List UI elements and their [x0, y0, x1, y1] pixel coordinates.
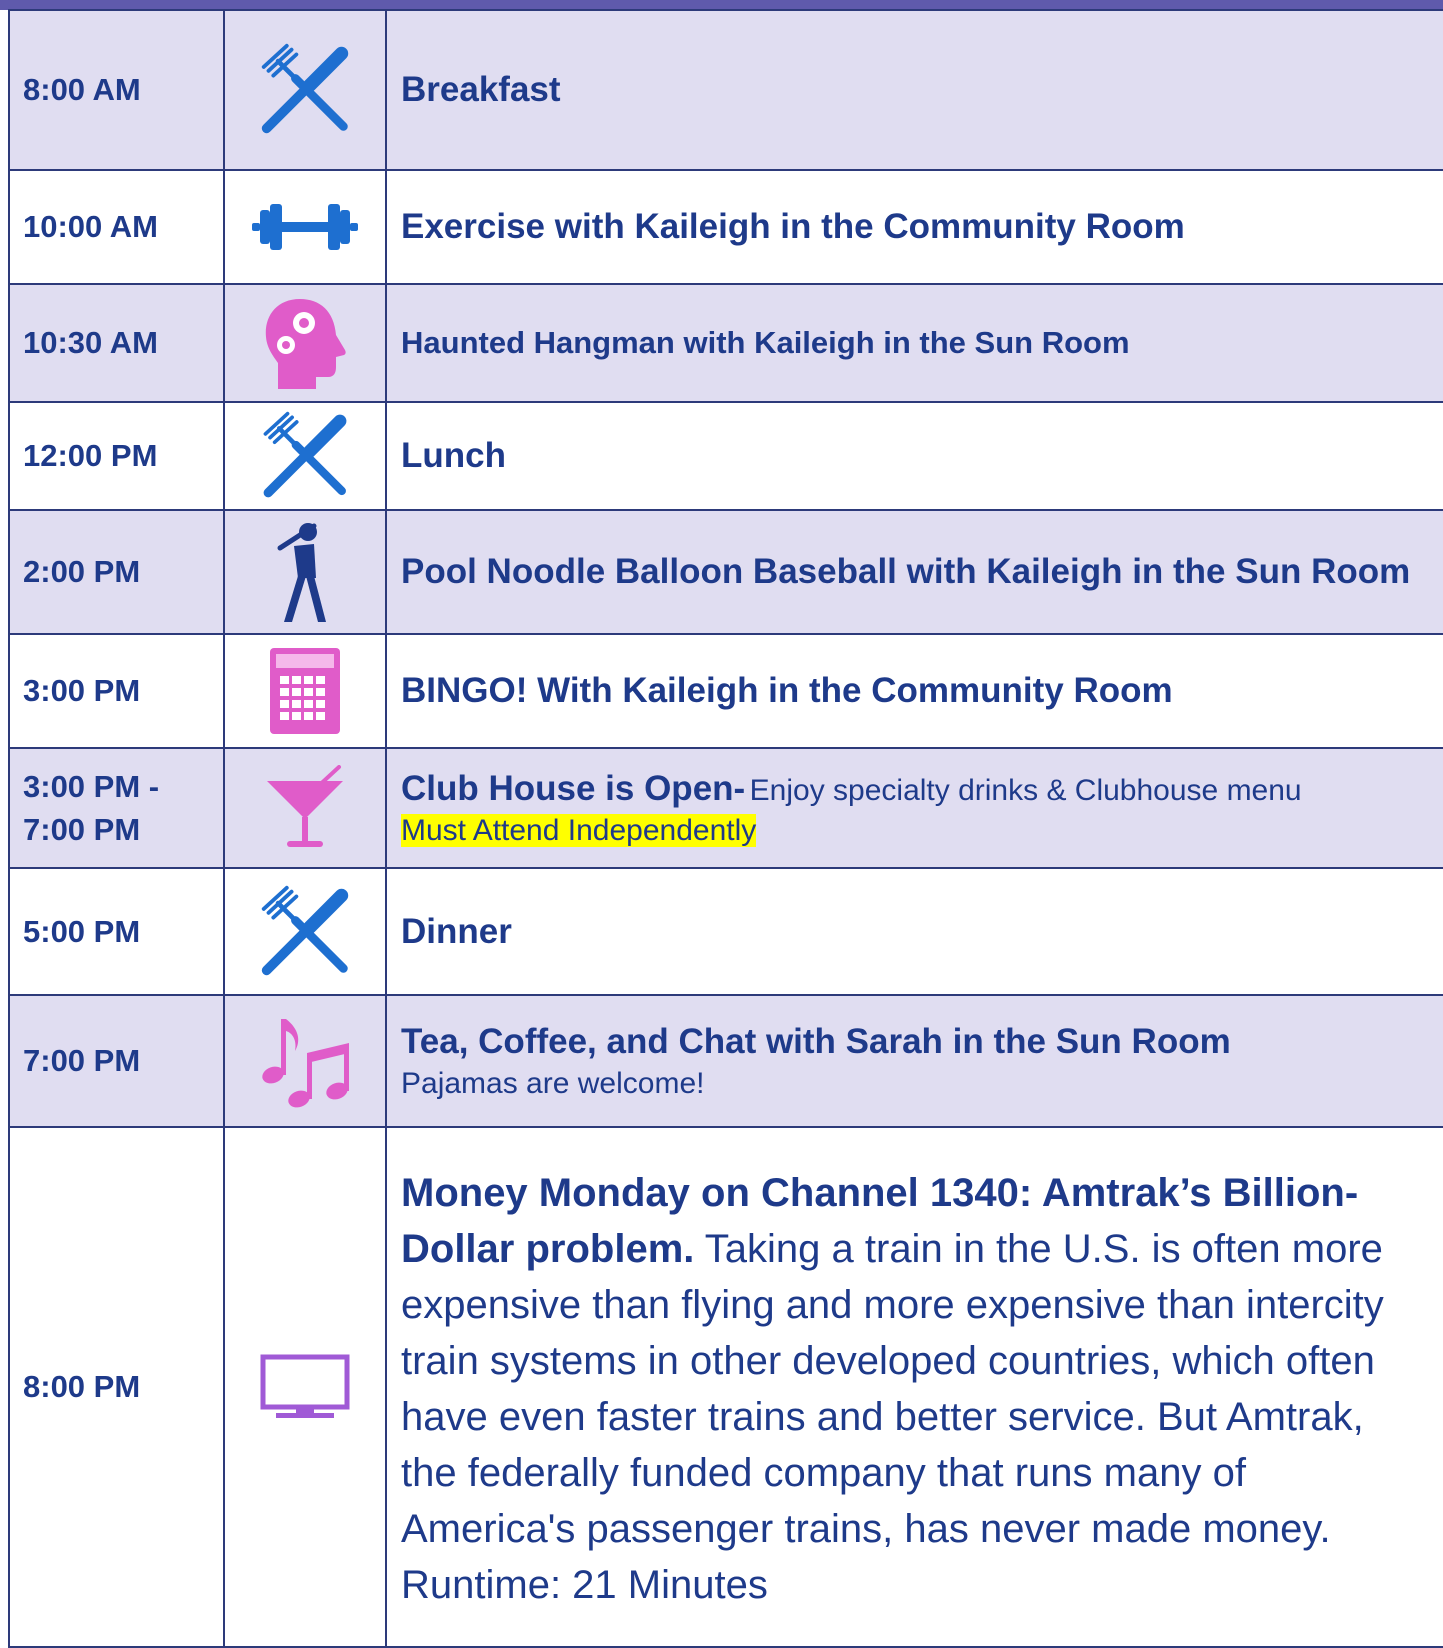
time-cell: 8:00 AM: [8, 9, 225, 171]
icon-cell: [223, 867, 387, 996]
table-row: 3:00 PM BINGO! With Kaileigh in the Comm…: [8, 633, 1443, 749]
table-row: 8:00 AM Breakfast: [8, 9, 1443, 171]
activity-title: Dinner: [401, 911, 512, 951]
activity-cell: Pool Noodle Balloon Baseball with Kailei…: [385, 509, 1443, 635]
baseball-batter-icon: [277, 523, 326, 622]
activity-title: Lunch: [401, 436, 506, 476]
icon-cell: [223, 401, 387, 511]
activity-detail: Pajamas are welcome!: [401, 1067, 705, 1101]
time-cell: 10:30 AM: [8, 283, 225, 403]
time-cell: 3:00 PM: [8, 633, 225, 749]
schedule-table: 8:00 AM Breakfast 10:00 AM Exercise with…: [8, 9, 1443, 1648]
activity-title: Tea, Coffee, and Chat with Sarah in the …: [401, 1021, 1231, 1061]
activity-cell: Breakfast: [385, 9, 1443, 171]
activity-title: BINGO! With Kaileigh in the Community Ro…: [401, 671, 1173, 711]
bingo-card-icon: [270, 648, 340, 734]
icon-cell: [223, 633, 387, 749]
activity-title: Pool Noodle Balloon Baseball with Kailei…: [401, 552, 1411, 592]
time-cell: 5:00 PM: [8, 867, 225, 996]
activity-cell: Lunch: [385, 401, 1443, 511]
table-row: 10:30 AM Haunted Hangman with Kaileigh i…: [8, 283, 1443, 403]
table-row: 8:00 PM Money Monday on Channel 1340: Am…: [8, 1126, 1443, 1648]
table-row: 3:00 PM - 7:00 PM Club House is Open- En…: [8, 747, 1443, 869]
time-cell: 10:00 AM: [8, 169, 225, 285]
table-row: 7:00 PM Tea, Coffee, and Chat with Sarah…: [8, 994, 1443, 1128]
time-cell: 3:00 PM - 7:00 PM: [8, 747, 225, 869]
activity-title: Haunted Hangman with Kaileigh in the Sun…: [401, 324, 1130, 360]
fork-knife-icon: [263, 411, 347, 498]
icon-cell: [223, 509, 387, 635]
activity-cell: Haunted Hangman with Kaileigh in the Sun…: [385, 283, 1443, 403]
table-row: 2:00 PM Pool Noodle Balloon Baseball wit…: [8, 509, 1443, 635]
time-cell: 12:00 PM: [8, 401, 225, 511]
dumbbell-icon: [252, 204, 358, 250]
music-notes-icon: [262, 1019, 349, 1108]
activity-title: Exercise with Kaileigh in the Community …: [401, 207, 1185, 247]
activity-cell: Club House is Open- Enjoy specialty drin…: [385, 747, 1443, 869]
activity-title: Club House is Open-: [401, 768, 746, 808]
television-icon: [260, 1354, 350, 1418]
activity-description: Money Monday on Channel 1340: Amtrak’s B…: [401, 1165, 1426, 1613]
time-cell: 8:00 PM: [8, 1126, 225, 1648]
highlight-note: Must Attend Independently: [401, 814, 757, 848]
icon-cell: [223, 1126, 387, 1648]
activity-cell: BINGO! With Kaileigh in the Community Ro…: [385, 633, 1443, 749]
fork-knife-icon: [261, 43, 349, 134]
time-end: 7:00 PM: [23, 812, 141, 847]
time-start: 3:00 PM -: [23, 768, 160, 804]
table-row: 5:00 PM Dinner: [8, 867, 1443, 996]
fork-knife-icon: [261, 885, 349, 975]
brain-gears-icon: [265, 299, 346, 389]
icon-cell: [223, 169, 387, 285]
time-cell: 2:00 PM: [8, 509, 225, 635]
activity-cell: Tea, Coffee, and Chat with Sarah in the …: [385, 994, 1443, 1128]
activity-detail: Enjoy specialty drinks & Clubhouse menu: [749, 773, 1302, 807]
cocktail-icon: [267, 765, 343, 847]
activity-cell: Exercise with Kaileigh in the Community …: [385, 169, 1443, 285]
icon-cell: [223, 994, 387, 1128]
icon-cell: [223, 747, 387, 869]
activity-title: Breakfast: [401, 70, 561, 110]
table-row: 12:00 PM Lunch: [8, 401, 1443, 511]
activity-cell: Money Monday on Channel 1340: Amtrak’s B…: [385, 1126, 1443, 1648]
icon-cell: [223, 9, 387, 171]
activity-cell: Dinner: [385, 867, 1443, 996]
time-cell: 7:00 PM: [8, 994, 225, 1128]
icon-cell: [223, 283, 387, 403]
table-row: 10:00 AM Exercise with Kaileigh in the C…: [8, 169, 1443, 285]
activity-detail: Taking a train in the U.S. is often more…: [401, 1227, 1384, 1607]
